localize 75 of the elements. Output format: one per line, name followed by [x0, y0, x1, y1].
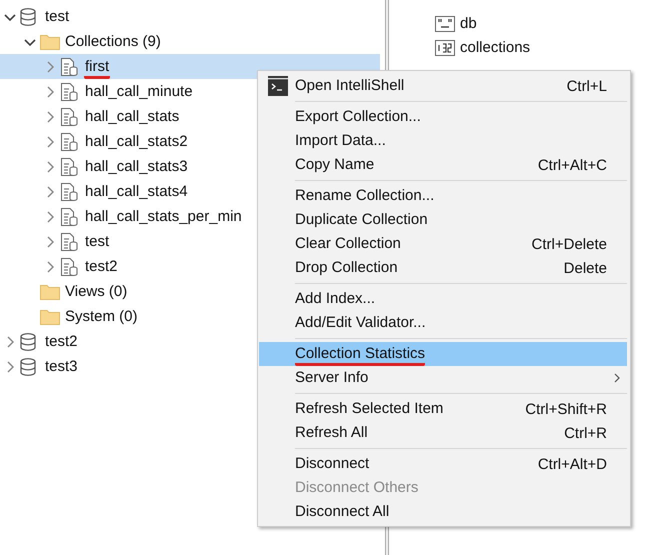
tree-item[interactable]: Collections (9) — [64, 30, 162, 54]
folder-icon — [40, 308, 60, 325]
menu-item-label: Open IntelliShell — [295, 76, 404, 96]
menu-item-label: Refresh Selected Item — [295, 399, 444, 419]
integer-type-icon — [435, 40, 455, 56]
menu-item-label: Clear Collection — [295, 234, 401, 254]
menu-item[interactable]: Rename Collection... — [259, 184, 627, 208]
menu-item[interactable]: Export Collection... — [259, 105, 627, 129]
document-icon — [60, 158, 78, 176]
menu-item-label: Collection Statistics — [295, 342, 426, 366]
field-name[interactable]: db — [459, 12, 478, 36]
menu-item-label: Rename Collection... — [295, 186, 434, 206]
tree-item[interactable]: test — [44, 4, 70, 28]
menu-item-label: Drop Collection — [295, 258, 398, 278]
menu-item-label: Disconnect Others — [295, 478, 418, 498]
database-icon — [20, 8, 36, 26]
shortcut-text: Ctrl+Alt+D — [538, 456, 607, 472]
string-type-icon — [435, 16, 455, 32]
tree-item[interactable]: test3 — [44, 354, 79, 378]
menu-item[interactable]: Refresh Selected Item Ctrl+Shift+R — [259, 397, 627, 421]
database-icon — [20, 332, 36, 350]
tree-item[interactable]: test2 — [44, 330, 79, 354]
menu-item[interactable]: Refresh All Ctrl+R — [259, 421, 627, 445]
tree-item[interactable]: hall_call_stats3 — [84, 154, 189, 178]
menu-item[interactable]: Duplicate Collection — [259, 208, 627, 232]
menu-item[interactable]: Import Data... — [259, 129, 627, 153]
folder-icon — [40, 33, 60, 50]
menu-item[interactable]: Add/Edit Validator... — [259, 311, 627, 335]
menu-item-label: Server Info — [295, 368, 368, 388]
shortcut-text: Delete — [564, 260, 607, 276]
tree-item[interactable]: hall_call_stats2 — [84, 130, 189, 154]
shortcut-text: Ctrl+Delete — [532, 236, 607, 252]
tree-item[interactable]: hall_call_minute — [84, 80, 194, 104]
menu-item-label: Add Index... — [295, 289, 376, 309]
document-icon — [60, 132, 78, 150]
document-icon — [60, 208, 78, 226]
tree-item[interactable]: hall_call_stats4 — [84, 180, 189, 204]
menu-item-label: Duplicate Collection — [295, 210, 428, 230]
menu-item[interactable]: Collection Statistics — [259, 342, 627, 366]
document-icon — [60, 182, 78, 200]
tree-item[interactable]: first — [84, 54, 110, 78]
menu-item[interactable]: Clear Collection Ctrl+Delete — [259, 232, 627, 256]
menu-item-label: Refresh All — [295, 423, 368, 443]
menu-item[interactable]: Disconnect All — [259, 500, 627, 524]
tree-item[interactable]: hall_call_stats — [84, 104, 180, 128]
terminal-icon — [268, 76, 288, 96]
database-icon — [20, 358, 36, 376]
field-name[interactable]: collections — [459, 36, 532, 60]
tree-item[interactable]: Views (0) — [64, 280, 128, 304]
document-icon — [60, 232, 78, 250]
menu-item[interactable]: Server Info — [259, 366, 627, 390]
document-icon — [60, 58, 78, 76]
folder-icon — [40, 283, 60, 300]
menu-item-label: Copy Name — [295, 155, 374, 175]
menu-item-label: Disconnect — [295, 454, 370, 474]
menu-item-label: Add/Edit Validator... — [295, 313, 426, 333]
shortcut-text: Ctrl+R — [564, 424, 607, 442]
chevron-right-icon — [614, 373, 620, 383]
menu-item[interactable]: Disconnect Ctrl+Alt+D — [259, 452, 627, 476]
tree-item[interactable]: hall_call_stats_per_min — [84, 204, 243, 228]
menu-item-label: Export Collection... — [295, 107, 421, 127]
menu-item-label: Import Data... — [295, 131, 386, 151]
menu-item[interactable]: Copy Name Ctrl+Alt+C — [259, 153, 627, 177]
document-icon — [60, 108, 78, 126]
shortcut-text: Ctrl+Alt+C — [538, 156, 607, 174]
tree-item[interactable]: test2 — [84, 254, 119, 278]
tree-item[interactable]: test — [84, 230, 110, 254]
shortcut-text: Ctrl+Shift+R — [525, 400, 607, 418]
document-icon — [60, 258, 78, 276]
menu-item-label: Disconnect All — [295, 502, 390, 522]
document-icon — [60, 82, 78, 100]
tree-item[interactable]: System (0) — [64, 304, 139, 328]
shortcut-text: Ctrl+L — [566, 78, 607, 94]
menu-item[interactable]: Add Index... — [259, 287, 627, 311]
menu-item[interactable]: Drop Collection Delete — [259, 256, 627, 280]
